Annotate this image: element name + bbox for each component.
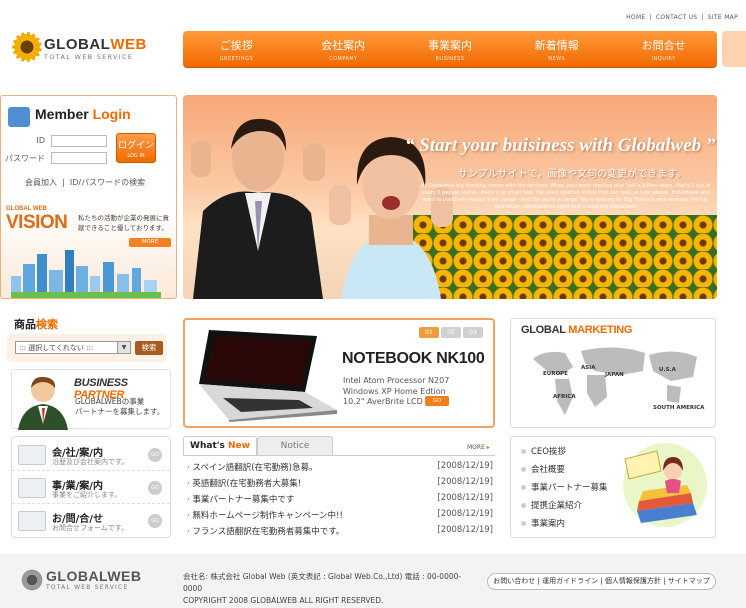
man-photo [191,118,325,299]
news-item[interactable]: · 英語翻訳(在宅勤務者大募集! [2008/12/19] [187,477,493,492]
contact-us-link[interactable]: CONTACT US [654,14,700,21]
site-logo[interactable]: GLOBALWEB TOTAL WEB SERVICE [12,32,172,66]
id-label: ID [36,136,45,145]
pager-01[interactable]: 01 [419,327,439,338]
nav-inquiry[interactable]: お問合せ INQUIRY [610,31,717,67]
divider [183,455,495,456]
region-asia[interactable]: ASIA [581,365,596,371]
quick-desc: お問合せフォームです。 [52,524,129,532]
footer-company-info: 会社名: 株式会社 Global Web (英文表記 : Global Web.… [183,572,462,605]
footer-links[interactable]: お問い合わせ | 運用ガイドライン | 個人情報保護方針 | サイトマップ [487,573,716,590]
nav-greetings[interactable]: ご挨拶 GREETINGS [183,31,290,67]
id-input[interactable] [51,135,107,147]
product-showcase: 01 02 03 NOTEBOOK NK100 Intel Atom Proce… [183,318,495,428]
region-south-america[interactable]: SOUTH AMERICA [653,405,704,411]
main-nav: ご挨拶 GREETINGS 会社案内 COMPANY 事業案内 BUSINESS 新着… [183,31,717,67]
city-skyline-illustration [11,250,161,298]
nav-company[interactable]: 会社案内 COMPANY [290,31,397,67]
product-go-button[interactable]: GO [425,396,449,406]
girl-with-books-illustration [623,443,707,527]
footer-brand: GLOBALWEB [46,568,142,584]
product-search: 商品検索 ::: 選択してくれない ::: ▼ 検索 [0,314,172,362]
news-item[interactable]: · 事業パートナー募集中です [2008/12/19] [187,493,493,508]
go-button[interactable]: GO [148,448,162,462]
news-item[interactable]: · スペイン語翻訳(在宅勤務)急募。 [2008/12/19] [187,461,493,476]
marketing-title: GLOBAL MARKETING [521,324,633,336]
login-title: Member Login [35,106,131,122]
tab-notice[interactable]: Notice [257,436,333,455]
partner-description: GLOBALWEBの事業 パートナーを募集します。 [75,397,165,416]
global-marketing-panel: GLOBAL MARKETING EUROPE ASIA JAPAN U.S.A… [510,318,716,428]
pager-03[interactable]: 03 [463,327,483,338]
hero-description: At Globalweb big thinking comes with the… [421,183,711,210]
footer: GLOBALWEB TOTAL WEB SERVICE 会社名: 株式会社 Gl… [0,554,746,608]
login-links: 会員加入 | ID/パスワードの検索 [25,177,145,188]
business-icon [18,478,46,498]
logo-tagline: TOTAL WEB SERVICE [44,53,134,61]
password-input[interactable] [51,152,107,164]
notebook-image[interactable] [189,326,339,422]
logo-text: GLOBALWEB [44,36,147,53]
top-links: HOME | CONTACT US | SITE MAP [560,14,740,21]
business-partner-banner[interactable]: BUSINESS PARTNER GLOBALWEBの事業 パートナーを募集します… [11,369,171,430]
find-id-password-link[interactable]: ID/パスワードの検索 [70,178,145,187]
quick-desc: 沿歴及び会社案内です。 [52,458,129,466]
footer-logo-icon [20,568,44,592]
hero-headline: “ Start your buisiness with Globalweb ” [405,135,716,156]
news-item[interactable]: · 無料ホームページ制作キャンペーン中!! [2008/12/19] [187,509,493,524]
go-button[interactable]: GO [148,514,162,528]
news-more-link[interactable]: MORE ▸ [467,444,490,451]
separator: | [649,14,652,21]
hero-subheadline: サンプルサイトで，画像や文句の変更ができます。 [458,169,687,180]
product-name: NOTEBOOK NK100 [342,350,485,367]
company-icon [18,445,46,465]
go-button[interactable]: GO [148,481,162,495]
sunflower-icon [12,32,42,62]
quick-inquiry[interactable]: お/問/合/せ お問合せフォームです。 GO [12,505,170,537]
search-button[interactable]: 検索 [135,341,163,355]
separator: | [701,14,704,21]
separator: | [62,178,65,187]
affiliates-link[interactable]: 提携企業紹介 [521,499,582,511]
ceo-greeting-link[interactable]: CEO挨拶 [521,445,566,457]
category-select[interactable]: ::: 選択してくれない ::: [15,341,131,354]
news-panel: What's New Notice MORE ▸ · スペイン語翻訳(在宅勤務)… [183,436,495,540]
nav-side-tab [722,31,746,67]
quick-menu: 会/社/案/内 沿歴及び会社案内です。 GO 事/業/案/内 事業をご紹介します… [11,436,171,538]
vision-description: 私たちの活動が企業の発展に貢献できること優しております。 [78,214,169,232]
inquiry-icon [18,511,46,531]
product-pager: 01 02 03 [419,327,483,338]
product-search-title: 商品検索 [14,318,58,331]
quick-business[interactable]: 事/業/案/内 事業をご紹介します。 GO [12,472,170,504]
login-button[interactable]: ログイン LOG IN [116,133,156,163]
hero-banner: “ Start your buisiness with Globalweb ” … [183,95,717,299]
lock-icon [8,107,30,127]
password-label: パスワード [5,154,45,163]
news-item[interactable]: · フランス語翻訳在宅勤務者募集中です。 [2008/12/19] [187,525,493,540]
pager-02[interactable]: 02 [441,327,461,338]
nav-news[interactable]: 新着情報 NEWS [503,31,610,67]
page: HOME | CONTACT US | SITE MAP GLOBALWEB TOTAL… [0,0,746,608]
region-japan[interactable]: JAPAN [605,372,624,378]
join-link[interactable]: 会員加入 [25,178,57,187]
region-africa[interactable]: AFRICA [553,394,576,400]
company-links-panel: CEO挨拶 会社概要 事業パートナー募集 提携企業紹介 事業案内 [510,436,716,538]
member-login-panel: Member Login ID パスワード ログイン LOG IN 会員加入 | … [0,95,177,299]
home-link[interactable]: HOME [624,14,647,21]
site-map-link[interactable]: SITE MAP [706,14,740,21]
partner-recruit-link[interactable]: 事業パートナー募集 [521,481,608,493]
quick-company[interactable]: 会/社/案/内 沿歴及び会社案内です。 GO [12,439,170,471]
nav-business[interactable]: 事業案内 BUSINESS [397,31,504,67]
company-overview-link[interactable]: 会社概要 [521,463,565,475]
business-info-link[interactable]: 事業案内 [521,517,565,529]
tab-whats-new[interactable]: What's New [183,436,257,455]
businessman-illustration [18,376,68,430]
quick-desc: 事業をご紹介します。 [52,491,122,499]
region-europe[interactable]: EUROPE [543,371,568,377]
chevron-down-icon[interactable]: ▼ [117,342,130,353]
footer-tagline: TOTAL WEB SERVICE [46,584,129,591]
vision-title: VISION [6,212,68,233]
region-usa[interactable]: U.S.A [659,367,676,373]
